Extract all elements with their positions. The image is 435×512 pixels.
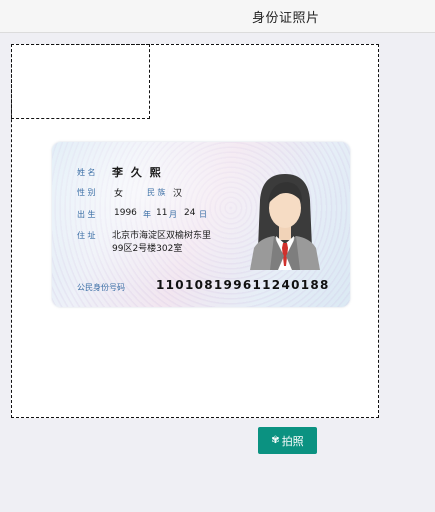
- birth-day: 24: [184, 208, 196, 218]
- address-label: 住 址: [77, 231, 96, 240]
- id-number-value: 110108199611240188: [156, 278, 330, 292]
- month-unit: 月: [169, 210, 177, 219]
- sex-label: 性 别: [77, 188, 96, 197]
- year-unit: 年: [143, 210, 151, 219]
- portrait-photo: [250, 174, 320, 270]
- sex-value: 女: [114, 189, 124, 199]
- address-line-2: 99区2号楼302室: [112, 244, 183, 254]
- name-value: 李 久 熙: [112, 166, 163, 179]
- ethnicity-label: 民 族: [147, 188, 166, 197]
- name-label: 姓 名: [77, 168, 96, 177]
- gear-icon: ✾: [271, 434, 280, 446]
- address-line-1: 北京市海淀区双榆树东里: [112, 231, 212, 241]
- birth-month: 11: [156, 208, 168, 218]
- id-number-label: 公民身份号码: [77, 283, 125, 292]
- crop-frame[interactable]: [11, 44, 150, 119]
- capture-photo-button[interactable]: ✾ 拍照: [258, 427, 317, 454]
- title-bar: 身份证照片: [0, 0, 435, 33]
- birth-label: 出 生: [77, 210, 96, 219]
- ethnicity-value: 汉: [173, 189, 183, 199]
- day-unit: 日: [199, 210, 207, 219]
- birth-year: 1996: [114, 208, 137, 218]
- page-title: 身份证照片: [252, 11, 320, 26]
- capture-button-label: 拍照: [281, 434, 304, 448]
- id-card-image: 姓 名 李 久 熙 性 别 女 民 族 汉 出 生 1996 年 11 月 24…: [52, 142, 350, 307]
